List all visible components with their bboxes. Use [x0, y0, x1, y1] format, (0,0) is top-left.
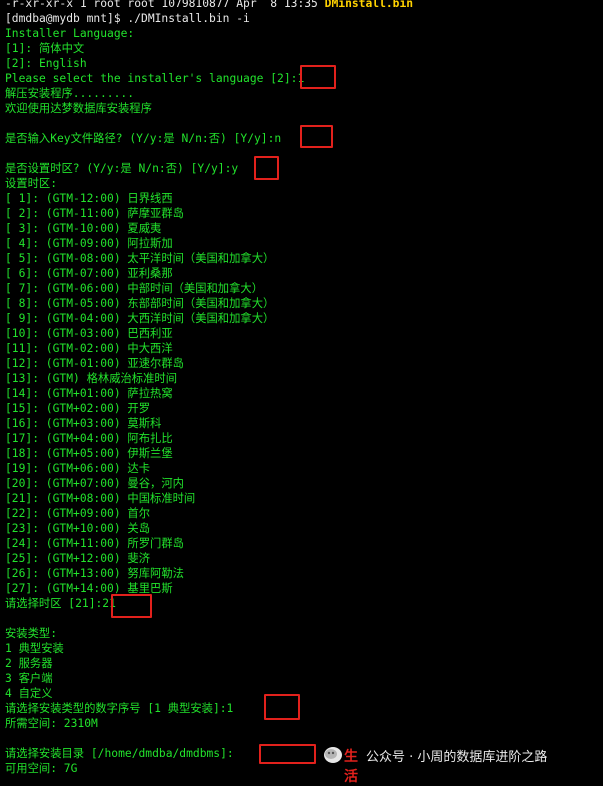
terminal-line: 请选择安装目录 [/home/dmdba/dmdbms]:	[5, 747, 234, 760]
terminal-line: [dmdba@mydb mnt]$ ./DMInstall.bin -i	[5, 12, 250, 25]
wechat-logo-icon: 生活	[322, 744, 362, 785]
terminal-line: 请选择安装类型的数字序号 [1 典型安装]:1	[5, 702, 234, 715]
terminal-line: [14]: (GTM+01:00) 萨拉热窝	[5, 387, 173, 400]
terminal-window[interactable]: -r-xr-xr-x 1 root root 1079810877 Apr 8 …	[0, 0, 603, 779]
highlight-install-type-input	[264, 694, 300, 720]
terminal-line: 2 服务器	[5, 657, 53, 670]
highlight-timezone-select-input	[111, 594, 152, 618]
terminal-line: [ 1]: (GTM-12:00) 日界线西	[5, 192, 173, 205]
terminal-line: [18]: (GTM+05:00) 伊斯兰堡	[5, 447, 173, 460]
watermark-text: 公众号 · 小周的数据库进阶之路	[366, 749, 548, 765]
terminal-line: 设置时区:	[5, 177, 57, 190]
terminal-line: [10]: (GTM-03:00) 巴西利亚	[5, 327, 173, 340]
terminal-line: [22]: (GTM+09:00) 首尔	[5, 507, 151, 520]
terminal-line: 所需空间: 2310M	[5, 717, 98, 730]
terminal-line: [25]: (GTM+12:00) 斐济	[5, 552, 151, 565]
terminal-line: [ 6]: (GTM-07:00) 亚利桑那	[5, 267, 173, 280]
terminal-line: [ 3]: (GTM-10:00) 夏威夷	[5, 222, 162, 235]
terminal-line: [ 9]: (GTM-04:00) 大西洋时间（美国和加拿大）	[5, 312, 275, 325]
terminal-line: [ 8]: (GTM-05:00) 东部部时间（美国和加拿大）	[5, 297, 275, 310]
terminal-line: [26]: (GTM+13:00) 努库阿勒法	[5, 567, 184, 580]
terminal-line: Please select the installer's language […	[5, 72, 305, 85]
highlight-timezone-confirm-input	[254, 156, 279, 180]
terminal-line: Installer Language:	[5, 27, 135, 40]
watermark-logo-text: 生活	[344, 749, 358, 785]
terminal-line: [1]: 简体中文	[5, 42, 85, 55]
terminal-line: [2]: English	[5, 57, 87, 70]
terminal-line: [19]: (GTM+06:00) 达卡	[5, 462, 151, 475]
terminal-line: [24]: (GTM+11:00) 所罗门群岛	[5, 537, 184, 550]
terminal-line: 是否设置时区? (Y/y:是 N/n:否) [Y/y]:y	[5, 162, 239, 175]
installer-filename: DMinstall.bin	[324, 0, 414, 10]
terminal-line: 是否输入Key文件路径? (Y/y:是 N/n:否) [Y/y]:n	[5, 132, 282, 145]
terminal-line: [20]: (GTM+07:00) 曼谷，河内	[5, 477, 184, 490]
terminal-line: [ 7]: (GTM-06:00) 中部时间（美国和加拿大）	[5, 282, 263, 295]
terminal-line: [15]: (GTM+02:00) 开罗	[5, 402, 151, 415]
terminal-line: [ 5]: (GTM-08:00) 太平洋时间（美国和加拿大）	[5, 252, 275, 265]
terminal-line: [23]: (GTM+10:00) 关岛	[5, 522, 151, 535]
terminal-line: [11]: (GTM-02:00) 中大西洋	[5, 342, 173, 355]
highlight-key-input	[300, 125, 333, 148]
terminal-line: 可用空间: 7G	[5, 762, 78, 775]
highlight-language-input	[300, 65, 336, 89]
highlight-install-dir-input	[259, 744, 316, 764]
terminal-line: 请选择时区 [21]:21	[5, 597, 116, 610]
terminal-line: [21]: (GTM+08:00) 中国标准时间	[5, 492, 196, 505]
terminal-line: 3 客户端	[5, 672, 53, 685]
terminal-line: [12]: (GTM-01:00) 亚速尔群岛	[5, 357, 184, 370]
terminal-line: [13]: (GTM) 格林威治标准时间	[5, 372, 177, 385]
terminal-line: 解压安装程序.........	[5, 87, 134, 100]
terminal-line: [ 2]: (GTM-11:00) 萨摩亚群岛	[5, 207, 184, 220]
terminal-line: 4 自定义	[5, 687, 53, 700]
terminal-line: [17]: (GTM+04:00) 阿布扎比	[5, 432, 173, 445]
terminal-line: [16]: (GTM+03:00) 莫斯科	[5, 417, 162, 430]
watermark: 生活 公众号 · 小周的数据库进阶之路	[322, 744, 548, 785]
terminal-line: 1 典型安装	[5, 642, 64, 655]
terminal-line: [ 4]: (GTM-09:00) 阿拉斯加	[5, 237, 173, 250]
terminal-line: -r-xr-xr-x 1 root root 1079810877 Apr 8 …	[5, 0, 413, 11]
terminal-line: 安装类型:	[5, 627, 57, 640]
terminal-line: 欢迎使用达梦数据库安装程序	[5, 102, 152, 115]
